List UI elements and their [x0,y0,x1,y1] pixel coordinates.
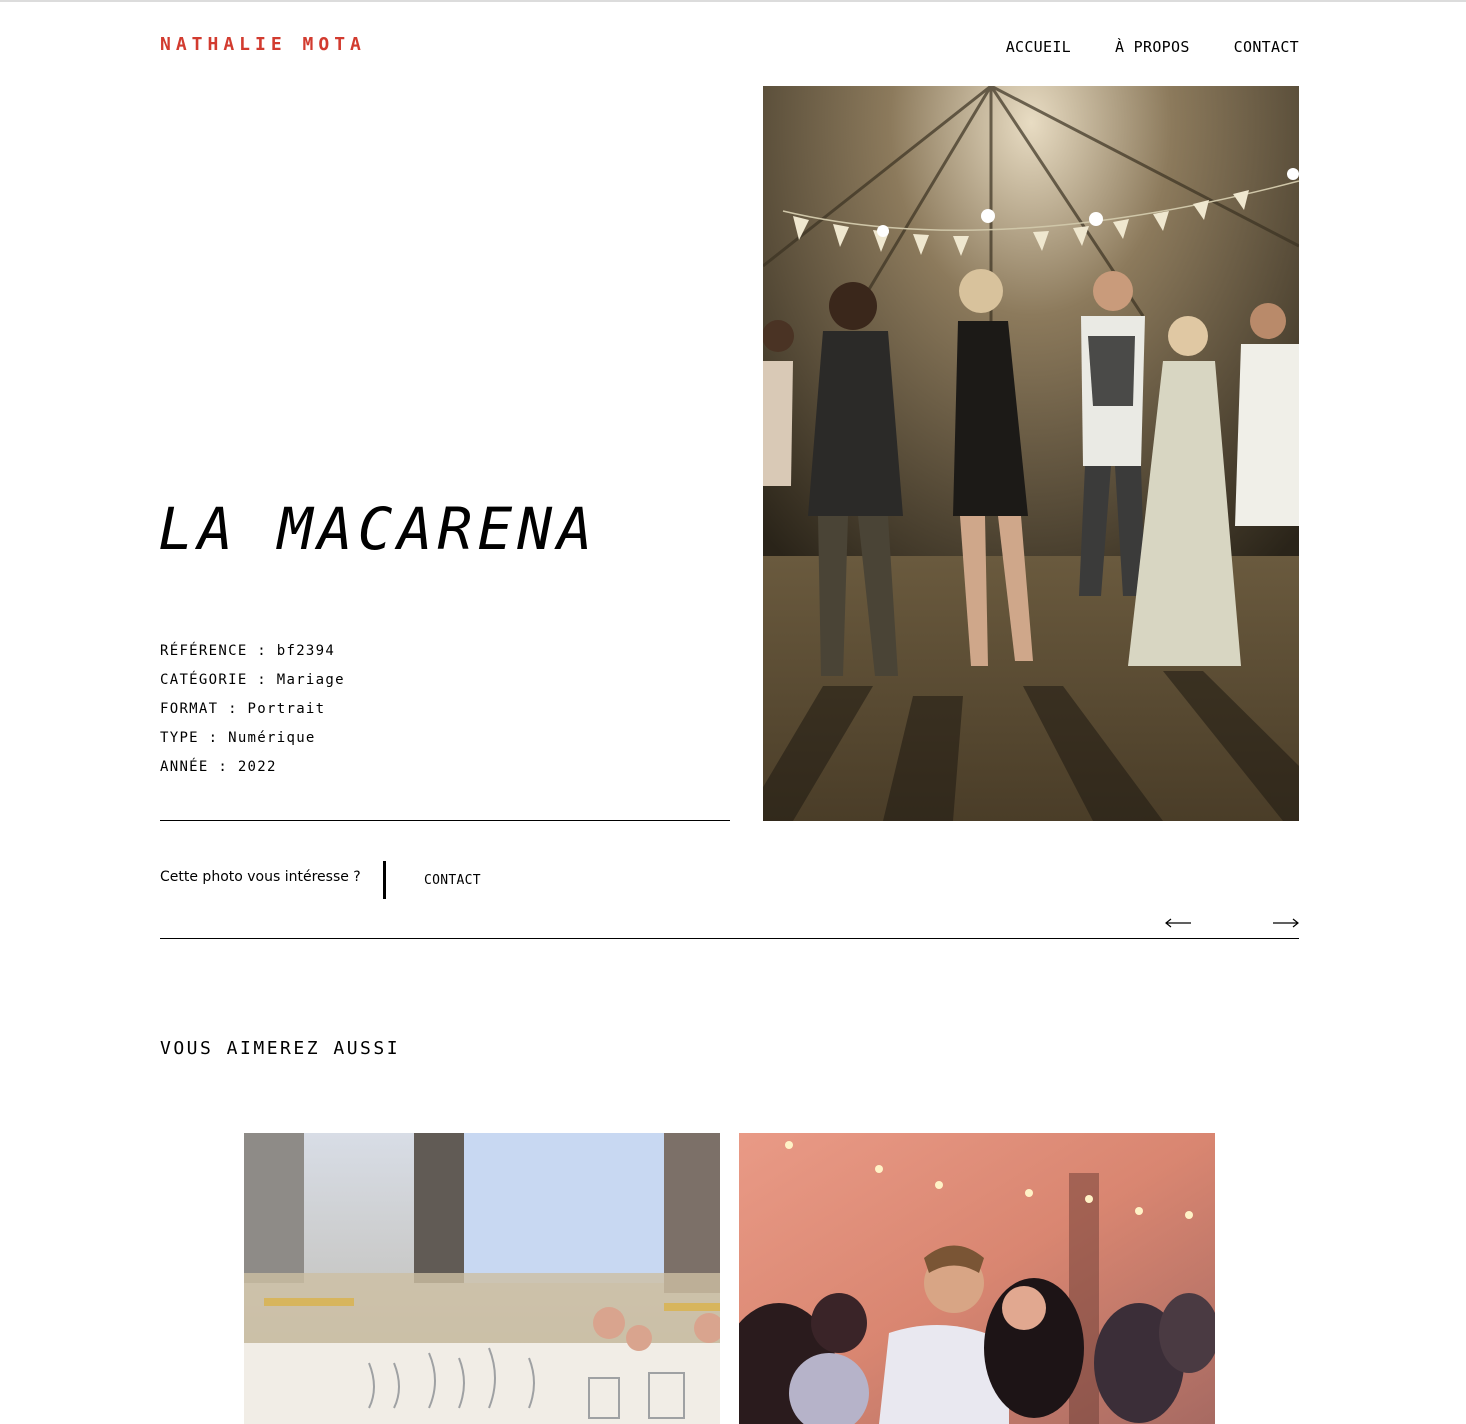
couple-dance-image [739,1133,1215,1424]
nav-item-contact[interactable]: CONTACT [1234,38,1299,56]
vertical-separator [383,861,386,899]
meta-reference: RÉFÉRENCE : bf2394 [160,643,336,659]
interest-question: Cette photo vous intéresse ? [160,869,361,885]
meta-category: CATÉGORIE : Mariage [160,672,345,688]
related-photo-2[interactable] [739,1133,1215,1424]
wedding-table-image [244,1133,720,1424]
divider-navigation [160,938,1299,939]
related-photo-1[interactable] [244,1133,720,1424]
hero-photo [763,86,1299,821]
nav-item-a-propos[interactable]: À PROPOS [1115,38,1190,56]
top-border [0,0,1466,2]
arrow-left-icon [1165,918,1191,928]
arrow-right-icon [1273,918,1299,928]
meta-format: FORMAT : Portrait [160,701,326,717]
meta-year: ANNÉE : 2022 [160,759,277,775]
meta-type: TYPE : Numérique [160,730,316,746]
main-nav: ACCUEIL À PROPOS CONTACT [1006,38,1299,56]
photo-meta: RÉFÉRENCE : bf2394 CATÉGORIE : Mariage F… [160,637,345,782]
contact-button[interactable]: CONTACT [424,873,481,888]
divider-meta [160,820,730,821]
site-header: NATHALIE MOTA ACCUEIL À PROPOS CONTACT [160,30,1299,70]
related-section-title: VOUS AIMEREZ AUSSI [160,1038,401,1059]
site-logo[interactable]: NATHALIE MOTA [160,34,366,55]
next-photo-button[interactable] [1272,913,1300,933]
photo-title: LA MACARENA [158,495,598,563]
nav-item-accueil[interactable]: ACCUEIL [1006,38,1071,56]
prev-photo-button[interactable] [1164,913,1192,933]
wedding-dance-image [763,86,1299,821]
